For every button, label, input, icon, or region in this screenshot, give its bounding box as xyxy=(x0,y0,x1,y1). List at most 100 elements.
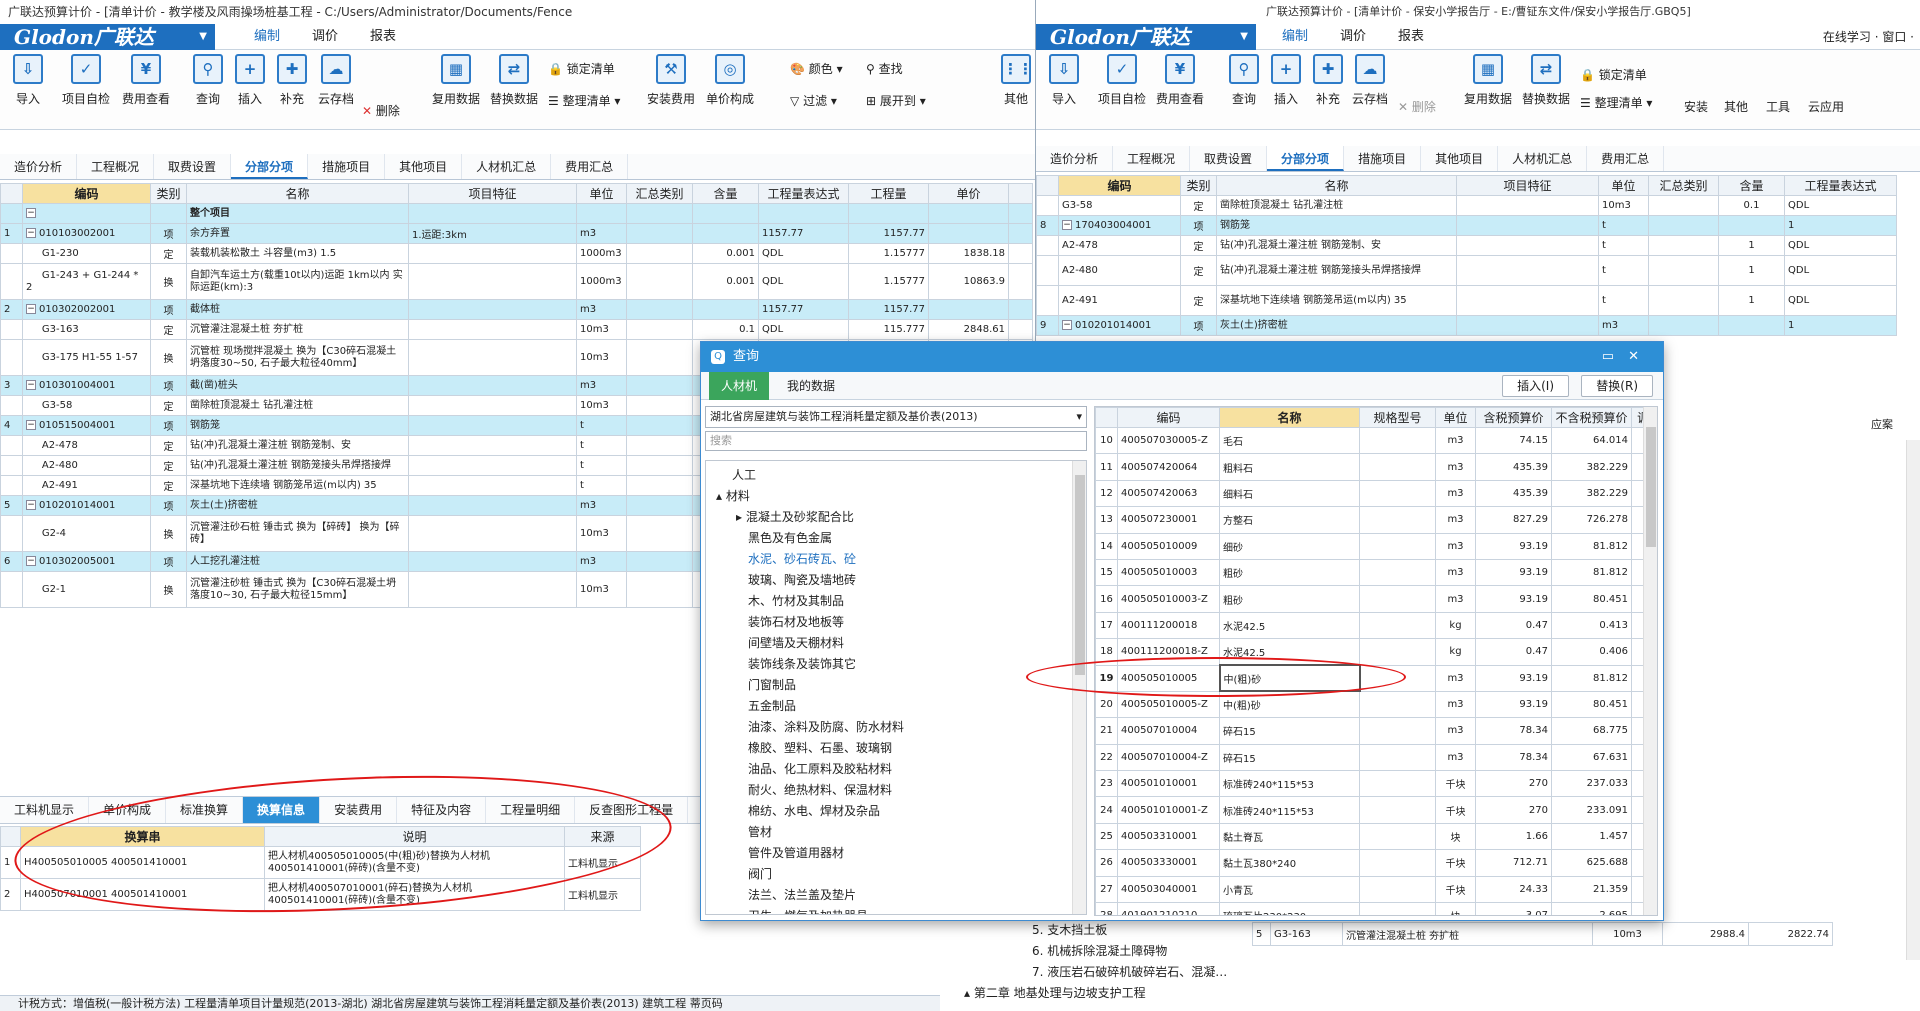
table-row[interactable]: 17400111200018水泥42.5kg0.470.41387.79 xyxy=(1095,611,1657,640)
supplement-button[interactable]: ✚ 补充 xyxy=(268,54,316,107)
cell-name[interactable]: 截体桩 xyxy=(186,299,409,320)
self-check-button[interactable]: ✓ 项目自检 xyxy=(1094,54,1150,107)
tree-item[interactable]: 油品、化工原料及胶粘材料 xyxy=(706,759,1086,780)
mcol-tax-price[interactable]: 含税预算价 xyxy=(1475,407,1552,428)
col-quantity[interactable]: 工程量 xyxy=(848,183,929,204)
tree-item[interactable]: 水泥、砂石砖瓦、砼 xyxy=(706,549,1086,570)
cell-name[interactable]: 毛石 xyxy=(1219,426,1360,455)
tree-item[interactable]: 间壁墙及天棚材料 xyxy=(706,633,1086,654)
mcol-notax-price[interactable]: 不含税预算价 xyxy=(1551,407,1632,428)
cell-code[interactable]: − xyxy=(22,203,151,224)
quota-row[interactable]: G1-243 + G1-244 * 2 换 自卸汽车运土方(载重10t以内)运距 1… xyxy=(0,263,1033,300)
search-input[interactable]: 搜索 xyxy=(705,431,1087,451)
cell-code[interactable]: G1-230 xyxy=(22,243,151,264)
tab-sub-items[interactable]: 分部分项 xyxy=(231,154,309,179)
expand-to-button[interactable]: ⊞ 展开到 ▾ xyxy=(866,92,926,110)
cell-name[interactable]: 截(凿)桩头 xyxy=(186,375,409,396)
tab-project-overview[interactable]: 工程概况 xyxy=(1113,146,1191,171)
tab-labor-material-summary[interactable]: 人材机汇总 xyxy=(1498,146,1588,171)
cell-code[interactable]: A2-478 xyxy=(1058,235,1181,256)
tree-item[interactable]: ▸ 混凝土及砂浆配合比 xyxy=(706,507,1086,528)
cell-name[interactable]: 沉管灌注混凝土桩 夯扩桩 xyxy=(186,319,409,340)
scroll-thumb[interactable] xyxy=(1646,427,1656,547)
table-row[interactable]: 25400503310001黏土脊瓦块1.661.45787.79 xyxy=(1095,822,1657,851)
other-button[interactable]: 其他 xyxy=(1724,98,1748,116)
import-button[interactable]: ⇩ 导入 xyxy=(1040,54,1088,107)
cloud-save-button[interactable]: ☁ 云存档 xyxy=(1346,54,1394,107)
col-expression[interactable]: 工程量表达式 xyxy=(758,183,849,204)
cell-name[interactable]: 方整石 xyxy=(1219,506,1360,534)
col-unit[interactable]: 单位 xyxy=(1598,175,1649,196)
mcol-code[interactable]: 编码 xyxy=(1117,407,1220,428)
table-row[interactable]: 14400505010009细砂m393.1981.81287.79 xyxy=(1095,532,1657,560)
insert-button[interactable]: + 插入 xyxy=(1262,54,1310,107)
bill-row[interactable]: 2 −010302002001 项 截体桩 m3 1157.77 1157.77 xyxy=(0,299,1033,320)
install-fee-button[interactable]: ⚒ 安装费用 xyxy=(644,54,698,107)
col-type[interactable]: 类别 xyxy=(150,183,187,204)
glodon-logo[interactable]: Glodon广联达 ▼ xyxy=(0,24,215,50)
menu-report[interactable]: 报表 xyxy=(354,24,412,53)
collapse-icon[interactable]: − xyxy=(26,555,36,566)
table-row[interactable]: 28401901210210琉璃瓦片230*230块3.072.69587.79 xyxy=(1095,902,1657,915)
tree-item[interactable]: 玻璃、陶瓷及墙地砖 xyxy=(706,570,1086,591)
tab-labor-material-summary[interactable]: 人材机汇总 xyxy=(462,154,552,179)
tab-sub-items[interactable]: 分部分项 xyxy=(1267,146,1345,171)
tab-measures[interactable]: 措施项目 xyxy=(1344,146,1422,171)
tools-button[interactable]: 工具 xyxy=(1766,98,1790,116)
cell-name[interactable]: 粗砂 xyxy=(1219,558,1360,587)
cell-code[interactable]: G3-163 xyxy=(22,319,151,340)
tab-other-items[interactable]: 其他项目 xyxy=(385,154,463,179)
cell-name[interactable]: 凿除桩顶混凝土 钻孔灌注桩 xyxy=(186,395,409,416)
lock-list-button[interactable]: 🔒 锁定清单 xyxy=(1580,66,1647,84)
tree-item[interactable]: 管材 xyxy=(706,822,1086,843)
delete-button[interactable]: ✕ 删除 xyxy=(362,102,400,120)
cell-name[interactable]: 标准砖240*115*53 xyxy=(1219,770,1360,798)
table-row[interactable]: A2-480 定 钻(冲)孔混凝土灌注桩 钢筋笼接头吊焊搭接焊 t 1 QDL xyxy=(1036,255,1897,286)
organize-list-button[interactable]: ☰ 整理清单 ▾ xyxy=(548,92,620,110)
bill-row[interactable]: − 整个项目 xyxy=(0,203,1033,224)
tree-item[interactable]: 五金制品 xyxy=(706,696,1086,717)
collapse-icon[interactable]: − xyxy=(26,303,36,314)
collapse-icon[interactable]: − xyxy=(26,419,36,430)
tree-item[interactable]: 装饰石材及地板等 xyxy=(706,612,1086,633)
tree-item[interactable]: 7. 液压岩石破碎机破碎岩石、混凝… xyxy=(940,962,1260,983)
tree-item[interactable]: 装饰线条及装饰其它 xyxy=(706,654,1086,675)
col-name[interactable]: 名称 xyxy=(186,183,409,204)
row-code[interactable]: G3-163 xyxy=(1270,922,1343,946)
self-check-button[interactable]: ✓ 项目自检 xyxy=(58,54,114,107)
collapse-icon[interactable]: − xyxy=(26,227,36,238)
cell-name[interactable]: 粗砂 xyxy=(1219,585,1360,613)
cell-code[interactable]: −010301004001 xyxy=(22,375,151,396)
fee-view-button[interactable]: ¥ 费用查看 xyxy=(1152,54,1208,107)
cell-code[interactable]: A2-478 xyxy=(22,435,151,456)
cell-name[interactable]: 黏土脊瓦 xyxy=(1219,822,1360,851)
tree-item[interactable]: 5. 支木挡土板 xyxy=(940,920,1260,941)
cell-name[interactable]: 琉璃瓦片230*230 xyxy=(1219,902,1360,915)
cell-code[interactable]: A2-491 xyxy=(22,475,151,496)
cell-name[interactable]: 沉管灌注砂石桩 锤击式 换为【碎砖】 换为【碎砖】 xyxy=(186,515,409,552)
table-row[interactable]: 16400505010003-Z粗砂m393.1980.45186.33 xyxy=(1095,585,1657,613)
supplement-button[interactable]: ✚ 补充 xyxy=(1304,54,1352,107)
replace-data-button[interactable]: ⇄ 替换数据 xyxy=(486,54,542,107)
grid-scrollbar[interactable] xyxy=(1643,407,1657,915)
find-button[interactable]: ⚲ 查找 xyxy=(866,60,903,78)
col-summary-type[interactable]: 汇总类别 xyxy=(1648,175,1719,196)
cloud-save-button[interactable]: ☁ 云存档 xyxy=(312,54,360,107)
insert-button[interactable]: 插入(I) xyxy=(1502,375,1569,397)
table-row[interactable]: 9 −010201014001 项 灰土(土)挤密桩 m3 1 xyxy=(1036,315,1897,336)
cell-code[interactable]: −010302002001 xyxy=(22,299,151,320)
glodon-logo[interactable]: Glodon广联达 ▼ xyxy=(1036,24,1256,50)
cell-code[interactable]: G3-58 xyxy=(22,395,151,416)
tree-item[interactable]: 黑色及有色金属 xyxy=(706,528,1086,549)
table-row[interactable]: 12400507420063细料石m3435.39382.22987.79 xyxy=(1095,479,1657,508)
delete-button[interactable]: ✕ 删除 xyxy=(1398,98,1436,116)
tree-item[interactable]: 橡胶、塑料、石墨、玻璃钢 xyxy=(706,738,1086,759)
maximize-icon[interactable]: ▭ xyxy=(1602,349,1628,364)
import-button[interactable]: ⇩ 导入 xyxy=(4,54,52,107)
cell-code[interactable]: G2-1 xyxy=(22,571,151,608)
query-button[interactable]: ⚲ 查询 xyxy=(1220,54,1268,107)
tree-item[interactable]: 卫生、燃气及加热器具 xyxy=(706,906,1086,914)
col-expression[interactable]: 工程量表达式 xyxy=(1784,175,1897,196)
col-type[interactable]: 类别 xyxy=(1180,175,1217,196)
col-code[interactable]: 编码 xyxy=(1058,175,1181,196)
